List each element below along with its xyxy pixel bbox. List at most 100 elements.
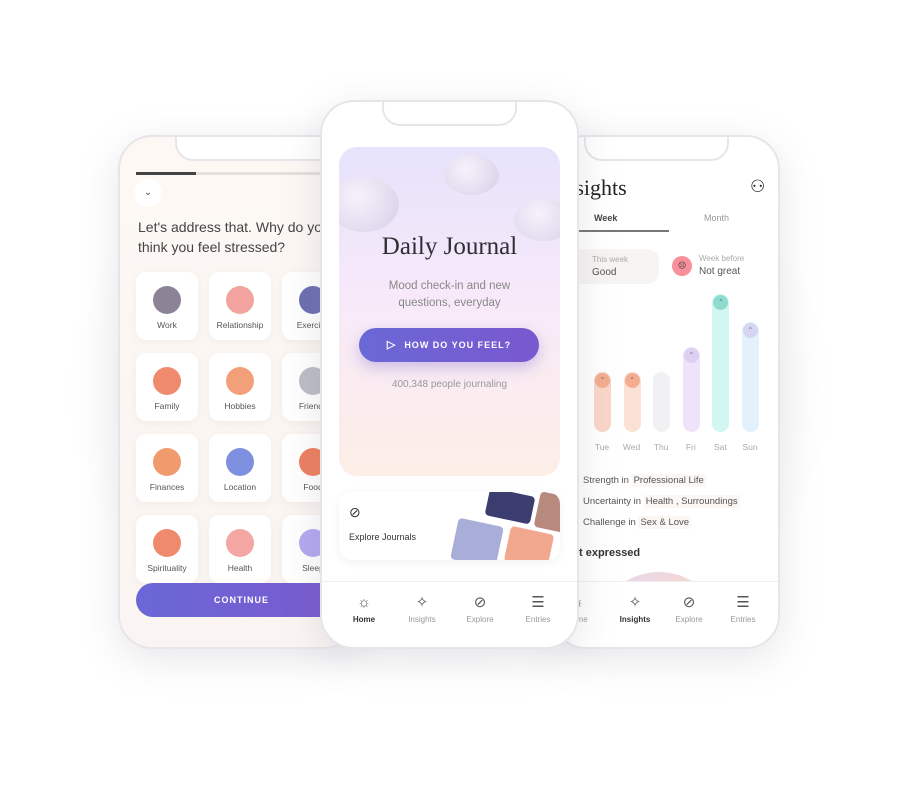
insight-tag: Challenge in Sex & Love <box>583 516 692 529</box>
work-icon <box>153 286 181 314</box>
sparkle-icon: ✧ <box>628 594 642 611</box>
tag-topic[interactable]: Health , Surroundings <box>643 495 740 508</box>
day-label: Wed <box>622 442 641 452</box>
mood-bar-thu[interactable] <box>653 372 671 432</box>
mood-face-icon: ᵔ <box>713 295 729 310</box>
journal-thumbnail <box>450 517 504 560</box>
subtitle-line: questions, everyday <box>398 297 501 309</box>
sun-icon: ☼ <box>357 594 371 611</box>
nav-entries[interactable]: ☰ Entries <box>718 594 768 624</box>
nav-label: Explore <box>466 615 494 624</box>
category-tile-family[interactable]: Family <box>136 353 198 421</box>
nav-label: Insights <box>619 615 651 624</box>
subtitle-line: Mood check-in and new <box>388 280 511 292</box>
mood-face-icon: ᵔ <box>743 323 758 338</box>
journal-thumbnail <box>503 525 555 560</box>
nav-label: Insights <box>408 615 436 624</box>
how-do-you-feel-button[interactable]: ▷ HOW DO YOU FEEL? <box>359 328 539 362</box>
cloud-image <box>444 155 499 195</box>
bottom-nav: ☼ Home ✧ Insights ⊘Explore ☰ Entries <box>322 581 577 647</box>
mood-face-icon: ᵔ <box>595 373 610 388</box>
category-tile-spirituality[interactable]: Spirituality <box>136 515 198 583</box>
category-label: Health <box>227 563 253 573</box>
category-label: Location <box>223 482 257 492</box>
entries-icon: ☰ <box>736 594 750 611</box>
tab-month[interactable]: Month <box>704 213 729 223</box>
explore-journals-card[interactable]: ⊘ Explore Journals <box>339 492 560 560</box>
day-label: Sun <box>742 442 758 452</box>
nav-label: Explore <box>675 615 703 624</box>
phone-insights: Insights ⚇ Week Month This week Good ☹ W… <box>552 135 780 649</box>
day-label: Sat <box>714 442 727 452</box>
category-tile-finances[interactable]: Finances <box>136 434 198 502</box>
cloud-image <box>339 177 399 232</box>
mood-bar-fri[interactable]: ᵔ <box>682 347 700 432</box>
collapse-chevron-button[interactable]: ⌄ <box>134 179 162 207</box>
mood-bar-sun[interactable]: ᵔ <box>742 322 759 432</box>
tag-prefix: Uncertainty in <box>583 496 644 507</box>
journal-thumbnail <box>484 492 536 525</box>
card-title: Daily Journal <box>381 233 518 260</box>
nav-label: Entries <box>525 615 551 624</box>
spirituality-icon <box>153 529 181 557</box>
nav-home[interactable]: ☼ Home <box>339 594 389 624</box>
category-tile-relationship[interactable]: Relationship <box>209 272 271 340</box>
bottom-nav: ☼Home✧Insights⊘Explore☰Entries <box>554 581 778 647</box>
category-label: Work <box>157 320 177 330</box>
insight-tag: Strength in Professional Life <box>583 474 706 487</box>
compass-icon: ⊘ <box>349 504 361 520</box>
category-label: Spirituality <box>147 563 187 573</box>
family-icon <box>153 367 181 395</box>
phone-home: Daily Journal Mood check-in and new quest… <box>320 100 579 649</box>
location-icon <box>226 448 254 476</box>
tag-prefix: Strength in <box>583 475 632 486</box>
tag-prefix: Challenge in <box>583 517 639 528</box>
day-label: Tue <box>594 442 610 452</box>
category-label: Hobbies <box>224 401 256 411</box>
health-icon <box>226 529 254 557</box>
nav-explore[interactable]: ⊘ Explore <box>664 594 714 624</box>
category-tile-work[interactable]: Work <box>136 272 198 340</box>
category-tile-health[interactable]: Health <box>209 515 271 583</box>
relationship-icon <box>226 286 254 314</box>
day-label: Thu <box>653 442 669 452</box>
this-week-label: This week <box>592 255 629 264</box>
tag-topic[interactable]: Professional Life <box>631 474 706 487</box>
daily-journal-card: Daily Journal Mood check-in and new quest… <box>339 147 560 476</box>
progress-bar <box>136 172 336 175</box>
notch <box>382 102 517 126</box>
profile-icon[interactable]: ⚇ <box>750 177 765 197</box>
category-label: Family <box>154 401 180 411</box>
card-subtitle: Mood check-in and new questions, everyday <box>339 278 560 312</box>
nav-label: Home <box>352 615 376 624</box>
sad-face-icon: ☹ <box>672 256 692 276</box>
nav-entries[interactable]: ☰ Entries <box>513 594 563 624</box>
mood-bar-wed[interactable]: ᵔ <box>623 372 641 432</box>
category-tile-location[interactable]: Location <box>209 434 271 502</box>
mood-bar-tue[interactable]: ᵔ <box>594 372 611 432</box>
tab-week[interactable]: Week <box>594 213 617 223</box>
week-before-label: Week before <box>699 254 745 263</box>
tag-topic[interactable]: Sex & Love <box>638 516 692 529</box>
entries-icon: ☰ <box>531 594 545 611</box>
mood-bar-sat[interactable]: ᵔ <box>712 294 730 432</box>
category-label: Finances <box>149 482 185 492</box>
category-tile-hobbies[interactable]: Hobbies <box>209 353 271 421</box>
explore-journals-label: Explore Journals <box>349 532 417 542</box>
nav-insights[interactable]: ✧ Insights <box>610 594 660 624</box>
journaling-count: 400,348 people journaling <box>391 379 508 390</box>
sparkle-icon: ✧ <box>415 594 429 611</box>
nav-insights[interactable]: ✧ Insights <box>397 594 447 624</box>
nav-explore[interactable]: ⊘ Explore <box>455 594 505 624</box>
finances-icon <box>153 448 181 476</box>
nav-label: Entries <box>730 615 756 624</box>
notch <box>584 137 729 161</box>
category-label: Relationship <box>216 320 264 330</box>
week-before-value: Not great <box>699 266 741 277</box>
journal-thumbnail <box>533 492 560 533</box>
compass-icon: ⊘ <box>682 594 696 611</box>
this-week-value: Good <box>592 267 617 278</box>
mood-face-icon: ᵔ <box>624 373 640 388</box>
question-text: Let's address that. Why do you think you… <box>138 219 330 255</box>
cta-label: HOW DO YOU FEEL? <box>404 340 512 350</box>
